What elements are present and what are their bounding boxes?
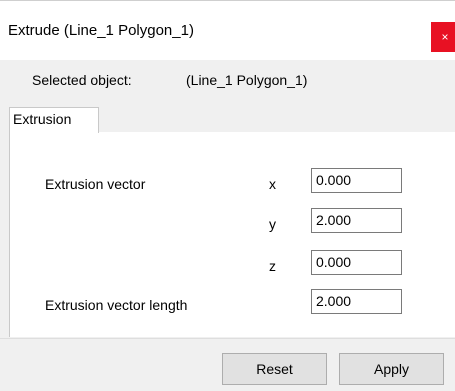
z-input[interactable]: 0.000 <box>311 250 402 275</box>
reset-button[interactable]: Reset <box>222 353 327 385</box>
y-input[interactable]: 2.000 <box>311 208 402 233</box>
close-icon: × <box>441 30 449 44</box>
x-input[interactable]: 0.000 <box>311 168 402 193</box>
selected-object-value: (Line_1 Polygon_1) <box>186 72 308 88</box>
extrusion-vector-label: Extrusion vector <box>45 176 146 192</box>
z-label: z <box>269 258 276 274</box>
extrusion-length-input[interactable]: 2.000 <box>311 289 402 314</box>
extrusion-length-label: Extrusion vector length <box>45 297 188 313</box>
close-button[interactable]: × <box>431 22 455 52</box>
title-bar: Extrude (Line_1 Polygon_1) <box>0 0 455 60</box>
window-title: Extrude (Line_1 Polygon_1) <box>8 22 194 39</box>
y-label: y <box>269 216 276 232</box>
selected-object-label: Selected object: <box>32 72 132 88</box>
x-label: x <box>269 176 276 192</box>
apply-button[interactable]: Apply <box>339 353 444 385</box>
tab-extrusion-label: Extrusion <box>13 111 72 127</box>
tab-extrusion[interactable]: Extrusion <box>9 107 99 133</box>
